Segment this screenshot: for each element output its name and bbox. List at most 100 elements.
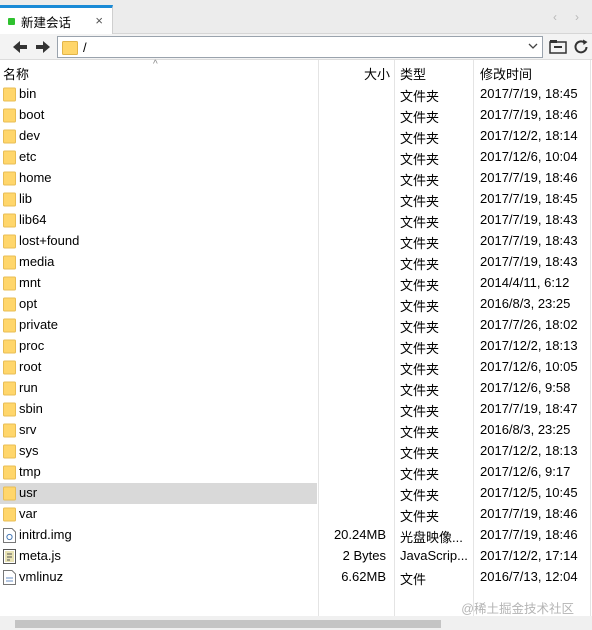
name-cell[interactable]: sys xyxy=(0,441,317,462)
file-row[interactable]: boot 文件夹 2017/7/19, 18:46 xyxy=(0,105,592,126)
folder-icon xyxy=(3,276,16,291)
file-row[interactable]: var 文件夹 2017/7/19, 18:46 xyxy=(0,504,592,525)
file-type: 文件夹 xyxy=(400,257,440,272)
file-icon xyxy=(3,570,16,585)
file-modified: 2016/7/13, 12:04 xyxy=(480,569,578,584)
file-row[interactable]: media 文件夹 2017/7/19, 18:43 xyxy=(0,252,592,273)
file-modified: 2017/7/19, 18:47 xyxy=(480,401,578,416)
file-row[interactable]: sys 文件夹 2017/12/2, 18:13 xyxy=(0,441,592,462)
name-cell[interactable]: lost+found xyxy=(0,231,317,252)
folder-icon xyxy=(3,234,16,249)
file-row[interactable]: lib 文件夹 2017/7/19, 18:45 xyxy=(0,189,592,210)
file-modified: 2017/7/19, 18:46 xyxy=(480,527,578,542)
name-cell[interactable]: var xyxy=(0,504,317,525)
name-cell[interactable]: etc xyxy=(0,147,317,168)
file-row[interactable]: sbin 文件夹 2017/7/19, 18:47 xyxy=(0,399,592,420)
file-modified: 2017/7/19, 18:46 xyxy=(480,170,578,185)
file-name: run xyxy=(19,380,38,395)
file-type: 文件夹 xyxy=(400,404,440,419)
open-folder-icon[interactable] xyxy=(549,38,567,56)
file-row[interactable]: dev 文件夹 2017/12/2, 18:14 xyxy=(0,126,592,147)
name-cell[interactable]: vmlinuz xyxy=(0,567,317,588)
name-cell[interactable]: lib64 xyxy=(0,210,317,231)
refresh-icon[interactable] xyxy=(572,38,590,56)
tab-scroll-right-icon[interactable]: › xyxy=(575,10,579,24)
tab-bar: 新建会话 × ‹ › xyxy=(0,0,592,34)
name-cell[interactable]: private xyxy=(0,315,317,336)
back-arrow-icon[interactable] xyxy=(11,38,29,56)
tab-new-session[interactable]: 新建会话 × xyxy=(0,5,113,34)
file-row[interactable]: proc 文件夹 2017/12/2, 18:13 xyxy=(0,336,592,357)
file-row[interactable]: run 文件夹 2017/12/6, 9:58 xyxy=(0,378,592,399)
name-cell[interactable]: boot xyxy=(0,105,317,126)
file-type: 光盘映像... xyxy=(400,530,463,545)
file-modified: 2017/12/6, 9:58 xyxy=(480,380,571,395)
horizontal-scrollbar[interactable] xyxy=(0,616,592,630)
file-type: 文件夹 xyxy=(400,425,440,440)
file-type: 文件夹 xyxy=(400,89,440,104)
column-header-name[interactable]: 名称 xyxy=(3,64,29,83)
file-row[interactable]: mnt 文件夹 2014/4/11, 6:12 xyxy=(0,273,592,294)
name-cell[interactable]: initrd.img xyxy=(0,525,317,546)
file-type: 文件夹 xyxy=(400,488,440,503)
file-modified: 2017/7/19, 18:43 xyxy=(480,254,578,269)
file-row[interactable]: lost+found 文件夹 2017/7/19, 18:43 xyxy=(0,231,592,252)
name-cell[interactable]: srv xyxy=(0,420,317,441)
file-name: lib64 xyxy=(19,212,47,227)
path-text: / xyxy=(83,40,87,55)
column-header-size[interactable]: 大小 xyxy=(364,64,390,83)
column-header-type[interactable]: 类型 xyxy=(400,64,426,83)
folder-icon xyxy=(3,465,16,480)
file-row[interactable]: vmlinuz 6.62MB 文件 2016/7/13, 12:04 xyxy=(0,567,592,588)
name-cell[interactable]: mnt xyxy=(0,273,317,294)
file-row[interactable]: etc 文件夹 2017/12/6, 10:04 xyxy=(0,147,592,168)
forward-arrow-icon[interactable] xyxy=(34,38,52,56)
file-name: lib xyxy=(19,191,33,206)
chevron-down-icon[interactable] xyxy=(528,43,538,50)
name-cell[interactable]: media xyxy=(0,252,317,273)
file-type: 文件夹 xyxy=(400,299,440,314)
close-tab-icon[interactable]: × xyxy=(95,13,103,28)
file-row[interactable]: lib64 文件夹 2017/7/19, 18:43 xyxy=(0,210,592,231)
name-cell[interactable]: lib xyxy=(0,189,317,210)
folder-icon xyxy=(3,360,16,375)
file-row[interactable]: root 文件夹 2017/12/6, 10:05 xyxy=(0,357,592,378)
file-row[interactable]: home 文件夹 2017/7/19, 18:46 xyxy=(0,168,592,189)
name-cell[interactable]: root xyxy=(0,357,317,378)
folder-icon xyxy=(3,444,16,459)
file-row[interactable]: initrd.img 20.24MB 光盘映像... 2017/7/19, 18:46 xyxy=(0,525,592,546)
file-type: 文件夹 xyxy=(400,278,440,293)
file-modified: 2017/12/2, 18:14 xyxy=(480,128,578,143)
file-type: 文件夹 xyxy=(400,173,440,188)
name-cell[interactable]: meta.js xyxy=(0,546,317,567)
folder-icon xyxy=(3,108,16,123)
name-cell[interactable]: usr xyxy=(0,483,317,504)
name-cell[interactable]: dev xyxy=(0,126,317,147)
name-cell[interactable]: proc xyxy=(0,336,317,357)
file-name: usr xyxy=(19,485,38,500)
name-cell[interactable]: opt xyxy=(0,294,317,315)
folder-icon xyxy=(3,402,16,417)
file-size: 2 Bytes xyxy=(342,548,386,563)
tab-scroll-left-icon[interactable]: ‹ xyxy=(553,10,557,24)
file-name: bin xyxy=(19,86,37,101)
file-row[interactable]: tmp 文件夹 2017/12/6, 9:17 xyxy=(0,462,592,483)
name-cell[interactable]: bin xyxy=(0,84,317,105)
file-row[interactable]: opt 文件夹 2016/8/3, 23:25 xyxy=(0,294,592,315)
file-row[interactable]: srv 文件夹 2016/8/3, 23:25 xyxy=(0,420,592,441)
name-cell[interactable]: run xyxy=(0,378,317,399)
file-row[interactable]: bin 文件夹 2017/7/19, 18:45 xyxy=(0,84,592,105)
scrollbar-thumb[interactable] xyxy=(15,620,441,628)
file-row[interactable]: private 文件夹 2017/7/26, 18:02 xyxy=(0,315,592,336)
file-type: 文件夹 xyxy=(400,236,440,251)
name-cell[interactable]: tmp xyxy=(0,462,317,483)
name-cell[interactable]: sbin xyxy=(0,399,317,420)
column-header-modified[interactable]: 修改时间 xyxy=(480,64,532,83)
file-name: home xyxy=(19,170,52,185)
file-row[interactable]: meta.js 2 Bytes JavaScrip... 2017/12/2, 17:… xyxy=(0,546,592,567)
file-name: srv xyxy=(19,422,37,437)
file-row[interactable]: usr 文件夹 2017/12/5, 10:45 xyxy=(0,483,592,504)
path-input[interactable]: / xyxy=(57,36,543,58)
name-cell[interactable]: home xyxy=(0,168,317,189)
file-modified: 2017/12/2, 18:13 xyxy=(480,443,578,458)
